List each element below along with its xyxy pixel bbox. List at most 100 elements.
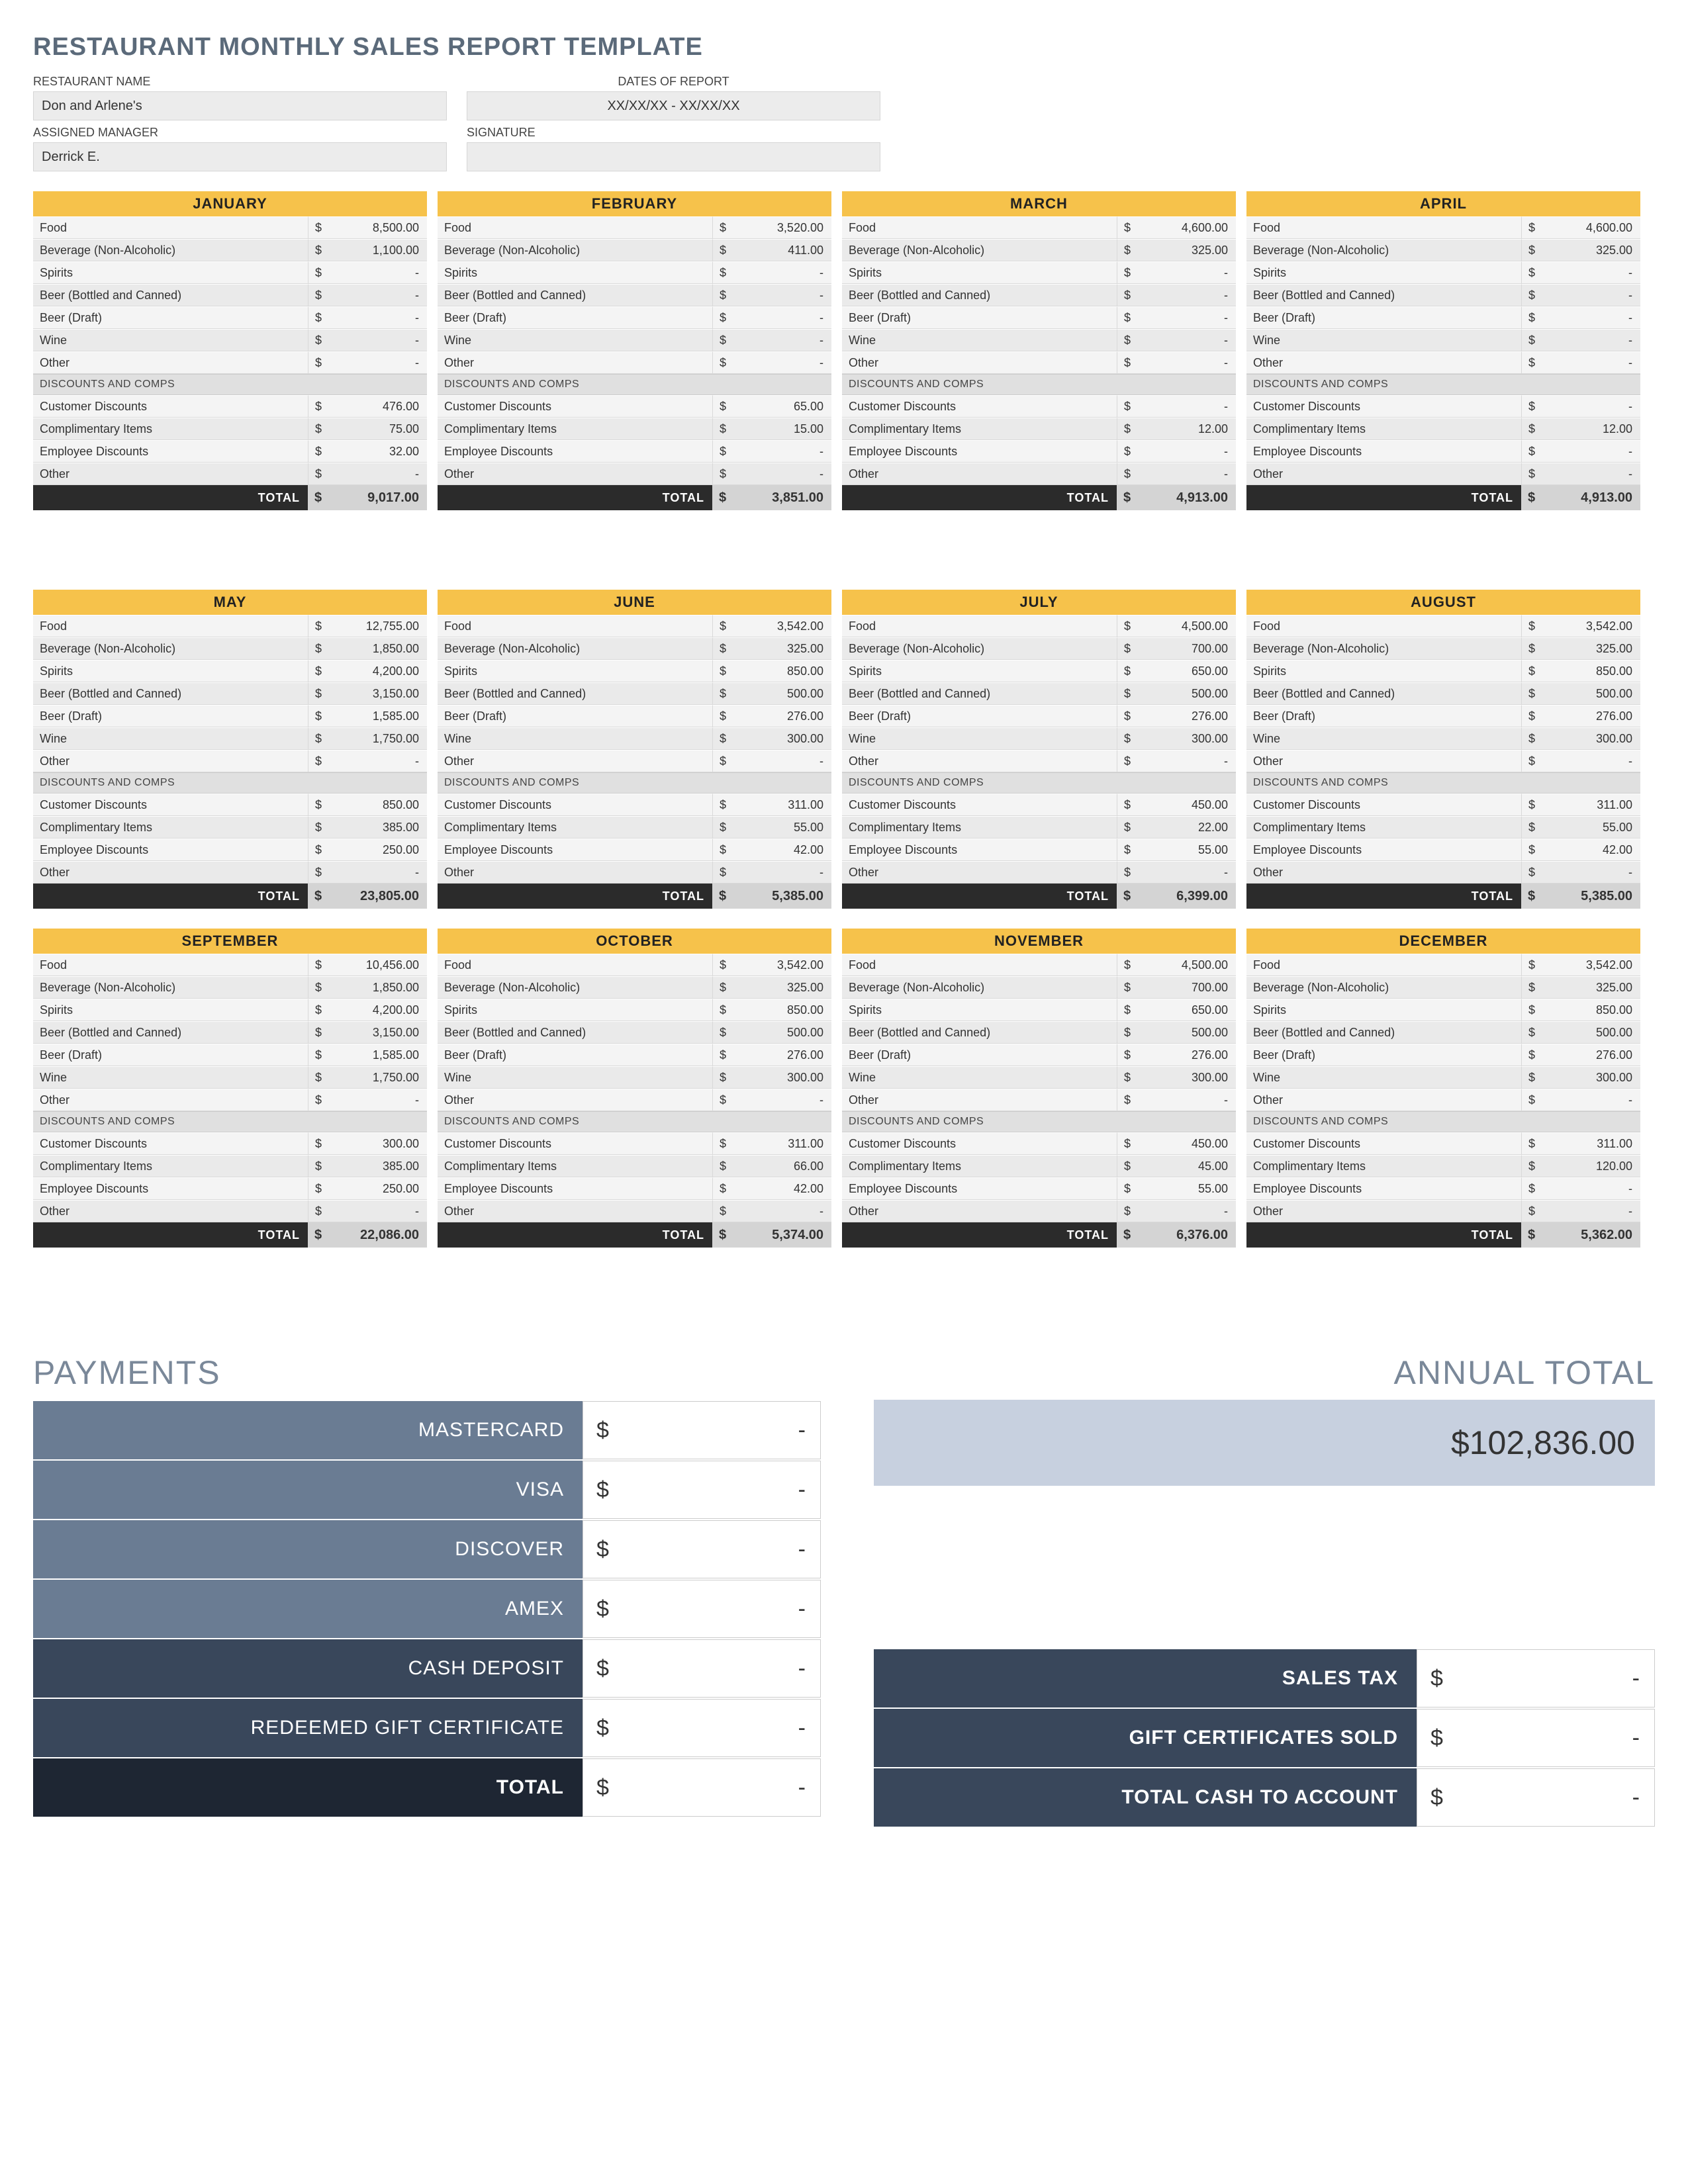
row-value[interactable]: 700.00 — [1143, 976, 1236, 999]
row-value[interactable]: 276.00 — [1548, 705, 1640, 727]
row-value[interactable]: 276.00 — [1548, 1044, 1640, 1066]
row-value[interactable]: 500.00 — [1143, 682, 1236, 705]
row-value[interactable]: 250.00 — [334, 1177, 427, 1200]
row-value[interactable]: 385.00 — [334, 1155, 427, 1177]
row-value[interactable]: 325.00 — [739, 637, 831, 660]
row-value[interactable]: 300.00 — [739, 1066, 831, 1089]
row-value[interactable]: - — [739, 284, 831, 306]
row-value[interactable]: 3,542.00 — [1548, 615, 1640, 637]
row-value[interactable]: - — [1143, 750, 1236, 772]
row-value[interactable]: - — [739, 306, 831, 329]
row-value[interactable]: - — [1548, 306, 1640, 329]
row-value[interactable]: 1,585.00 — [334, 1044, 427, 1066]
row-value[interactable]: 1,750.00 — [334, 1066, 427, 1089]
summary-value-box[interactable]: $- — [1417, 1649, 1655, 1707]
row-value[interactable]: 3,150.00 — [334, 1021, 427, 1044]
row-value[interactable]: 325.00 — [1548, 976, 1640, 999]
row-value[interactable]: 42.00 — [739, 839, 831, 861]
row-value[interactable]: - — [1143, 1200, 1236, 1222]
row-value[interactable]: - — [1143, 284, 1236, 306]
row-value[interactable]: 500.00 — [1143, 1021, 1236, 1044]
row-value[interactable]: - — [1143, 329, 1236, 351]
row-value[interactable]: - — [1548, 261, 1640, 284]
row-value[interactable]: - — [334, 261, 427, 284]
row-value[interactable]: 850.00 — [1548, 660, 1640, 682]
dates-field[interactable]: XX/XX/XX - XX/XX/XX — [467, 91, 880, 120]
row-value[interactable]: - — [334, 351, 427, 374]
row-value[interactable]: - — [334, 1089, 427, 1111]
row-value[interactable]: 276.00 — [1143, 705, 1236, 727]
row-value[interactable]: 4,600.00 — [1143, 216, 1236, 239]
row-value[interactable]: - — [1548, 1200, 1640, 1222]
row-value[interactable]: - — [1548, 861, 1640, 884]
row-value[interactable]: 12.00 — [1143, 418, 1236, 440]
row-value[interactable]: - — [1143, 306, 1236, 329]
row-value[interactable]: - — [334, 306, 427, 329]
row-value[interactable]: 3,542.00 — [739, 615, 831, 637]
row-value[interactable]: 325.00 — [1548, 239, 1640, 261]
row-value[interactable]: 650.00 — [1143, 660, 1236, 682]
row-value[interactable]: 850.00 — [739, 660, 831, 682]
summary-value-box[interactable]: $- — [1417, 1709, 1655, 1767]
row-value[interactable]: 250.00 — [334, 839, 427, 861]
row-value[interactable]: - — [334, 750, 427, 772]
row-value[interactable]: 3,150.00 — [334, 682, 427, 705]
row-value[interactable]: - — [739, 1200, 831, 1222]
row-value[interactable]: 300.00 — [1143, 1066, 1236, 1089]
summary-value-box[interactable]: $- — [1417, 1768, 1655, 1827]
row-value[interactable]: - — [334, 1200, 427, 1222]
row-value[interactable]: - — [1143, 861, 1236, 884]
row-value[interactable]: 4,200.00 — [334, 660, 427, 682]
payment-value-box[interactable]: $- — [583, 1639, 821, 1698]
row-value[interactable]: 4,200.00 — [334, 999, 427, 1021]
row-value[interactable]: 120.00 — [1548, 1155, 1640, 1177]
row-value[interactable]: 311.00 — [739, 1132, 831, 1155]
row-value[interactable]: - — [334, 329, 427, 351]
payment-value-box[interactable]: $- — [583, 1580, 821, 1638]
row-value[interactable]: 1,850.00 — [334, 976, 427, 999]
row-value[interactable]: 55.00 — [1143, 839, 1236, 861]
row-value[interactable]: 300.00 — [1548, 727, 1640, 750]
row-value[interactable]: 4,600.00 — [1548, 216, 1640, 239]
row-value[interactable]: - — [739, 463, 831, 485]
row-value[interactable]: 8,500.00 — [334, 216, 427, 239]
row-value[interactable]: 1,750.00 — [334, 727, 427, 750]
row-value[interactable]: - — [1548, 351, 1640, 374]
row-value[interactable]: - — [334, 284, 427, 306]
row-value[interactable]: 12,755.00 — [334, 615, 427, 637]
row-value[interactable]: 276.00 — [739, 705, 831, 727]
row-value[interactable]: 325.00 — [1548, 637, 1640, 660]
restaurant-name-field[interactable]: Don and Arlene's — [33, 91, 447, 120]
row-value[interactable]: 411.00 — [739, 239, 831, 261]
row-value[interactable]: - — [1143, 1089, 1236, 1111]
row-value[interactable]: - — [1143, 463, 1236, 485]
row-value[interactable]: 300.00 — [1548, 1066, 1640, 1089]
row-value[interactable]: - — [739, 329, 831, 351]
row-value[interactable]: - — [1548, 284, 1640, 306]
row-value[interactable]: - — [334, 861, 427, 884]
row-value[interactable]: 850.00 — [1548, 999, 1640, 1021]
row-value[interactable]: 450.00 — [1143, 794, 1236, 816]
manager-field[interactable]: Derrick E. — [33, 142, 447, 171]
row-value[interactable]: 476.00 — [334, 395, 427, 418]
row-value[interactable]: 300.00 — [1143, 727, 1236, 750]
row-value[interactable]: - — [1548, 440, 1640, 463]
row-value[interactable]: 325.00 — [1143, 239, 1236, 261]
row-value[interactable]: 1,100.00 — [334, 239, 427, 261]
row-value[interactable]: 22.00 — [1143, 816, 1236, 839]
row-value[interactable]: - — [1548, 1089, 1640, 1111]
row-value[interactable]: 385.00 — [334, 816, 427, 839]
row-value[interactable]: 42.00 — [739, 1177, 831, 1200]
row-value[interactable]: - — [739, 750, 831, 772]
row-value[interactable]: 10,456.00 — [334, 954, 427, 976]
row-value[interactable]: - — [739, 1089, 831, 1111]
row-value[interactable]: 500.00 — [739, 682, 831, 705]
signature-field[interactable] — [467, 142, 880, 171]
row-value[interactable]: 500.00 — [1548, 682, 1640, 705]
row-value[interactable]: 276.00 — [1143, 1044, 1236, 1066]
row-value[interactable]: 55.00 — [1143, 1177, 1236, 1200]
row-value[interactable]: - — [1548, 1177, 1640, 1200]
row-value[interactable]: 500.00 — [739, 1021, 831, 1044]
row-value[interactable]: 75.00 — [334, 418, 427, 440]
row-value[interactable]: 55.00 — [1548, 816, 1640, 839]
